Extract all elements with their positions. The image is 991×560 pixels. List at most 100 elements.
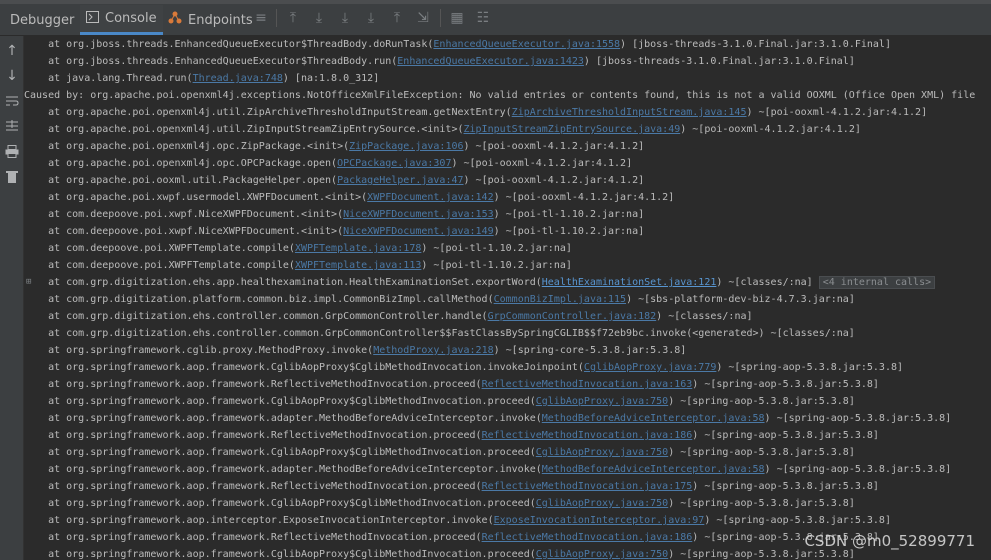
show-execution-point-icon[interactable]: ⤒	[285, 10, 301, 26]
step-over-icon[interactable]: ⤓	[311, 10, 327, 26]
top-border	[0, 0, 991, 4]
console-line: at java.lang.Thread.run(Thread.java:748)…	[24, 70, 379, 87]
source-link[interactable]: EnhancedQueueExecutor.java:1558	[433, 39, 620, 50]
source-link[interactable]: CglibAopProxy.java:750	[536, 396, 668, 407]
source-link[interactable]: ReflectiveMethodInvocation.java:175	[482, 481, 693, 492]
console-text: ) ~[poi-ooxml-4.1.2.jar:4.1.2]	[451, 158, 633, 169]
console-icon	[86, 10, 99, 27]
console-line: at com.deepoove.poi.XWPFTemplate.compile…	[24, 257, 572, 274]
console-text: at org.springframework.aop.framework.Cgl…	[24, 396, 536, 407]
console-text: Caused by: org.apache.poi.openxml4j.exce…	[24, 90, 976, 101]
internal-calls-badge[interactable]: <4 internal calls>	[818, 276, 936, 289]
console-text: at org.springframework.aop.framework.Cgl…	[24, 447, 536, 458]
source-link[interactable]: GrpCommonController.java:182	[488, 311, 657, 322]
console-line: at org.springframework.aop.framework.Ref…	[24, 376, 879, 393]
console-text: ) ~[spring-aop-5.3.8.jar:5.3.8]	[764, 464, 952, 475]
source-link[interactable]: ZipPackage.java:106	[349, 141, 463, 152]
expand-fold-icon[interactable]: ⊞	[26, 274, 36, 291]
console-text: at com.deepoove.poi.xwpf.NiceXWPFDocumen…	[24, 226, 344, 237]
down-arrow-icon[interactable]: ↓	[3, 67, 21, 85]
console-text: at com.grp.digitization.ehs.app.healthex…	[24, 277, 542, 288]
toolbar-separator	[276, 9, 277, 27]
source-link[interactable]: CglibAopProxy.java:750	[536, 447, 668, 458]
print-icon[interactable]	[3, 145, 21, 163]
console-line: at org.apache.poi.openxml4j.util.ZipArch…	[24, 104, 927, 121]
console-text: ) ~[classes/:na]	[656, 311, 753, 322]
console-text: at com.grp.digitization.ehs.controller.c…	[24, 328, 855, 339]
console-text: ) [jboss-threads-3.1.0.Final.jar:3.1.0.F…	[620, 39, 891, 50]
console-text: at org.apache.poi.openxml4j.opc.OPCPacka…	[24, 158, 338, 169]
console-line: at org.springframework.aop.framework.Cgl…	[24, 359, 903, 376]
console-text: ) ~[spring-aop-5.3.8.jar:5.3.8]	[668, 498, 855, 509]
tab-label: Endpoints	[188, 12, 253, 28]
source-link[interactable]: XWPFTemplate.java:113	[295, 260, 421, 271]
source-link[interactable]: ExposeInvocationInterceptor.java:97	[494, 515, 705, 526]
source-link[interactable]: MethodProxy.java:218	[373, 345, 493, 356]
source-link[interactable]: EnhancedQueueExecutor.java:1423	[397, 56, 584, 67]
source-link[interactable]: CglibAopProxy.java:750	[536, 498, 668, 509]
force-step-into-icon[interactable]: ⤓	[363, 10, 379, 26]
watermark: CSDN @m0_52899771	[804, 532, 975, 550]
console-line: at org.springframework.aop.framework.Ref…	[24, 529, 879, 546]
trace-icon[interactable]: ☷	[475, 10, 491, 26]
console-line: at com.deepoove.poi.XWPFTemplate.compile…	[24, 240, 572, 257]
source-link[interactable]: MethodBeforeAdviceInterceptor.java:58	[542, 413, 765, 424]
source-link[interactable]: CglibAopProxy.java:779	[584, 362, 716, 373]
source-link[interactable]: ZipInputStreamZipEntrySource.java:49	[464, 124, 681, 135]
source-link[interactable]: ReflectiveMethodInvocation.java:163	[482, 379, 693, 390]
source-link[interactable]: CommonBizImpl.java:115	[494, 294, 626, 305]
console-text: at org.springframework.aop.framework.Ref…	[24, 481, 482, 492]
tab-endpoints[interactable]: Endpoints	[162, 5, 259, 35]
console-text: at org.springframework.aop.framework.Ref…	[24, 379, 482, 390]
console-line: at org.springframework.aop.framework.Cgl…	[24, 495, 855, 512]
source-link[interactable]: ReflectiveMethodInvocation.java:186	[482, 532, 693, 543]
source-link[interactable]: NiceXWPFDocument.java:153	[343, 209, 494, 220]
console-text: at org.apache.poi.openxml4j.util.ZipArch…	[24, 107, 512, 118]
source-link[interactable]: Thread.java:748	[193, 73, 283, 84]
console-text: ) ~[spring-core-5.3.8.jar:5.3.8]	[493, 345, 687, 356]
source-link[interactable]: XWPFDocument.java:142	[367, 192, 493, 203]
console-text: at org.springframework.aop.interceptor.E…	[24, 515, 494, 526]
source-link[interactable]: ReflectiveMethodInvocation.java:186	[482, 430, 693, 441]
source-link[interactable]: XWPFTemplate.java:178	[295, 243, 421, 254]
console-line: at org.springframework.cglib.proxy.Metho…	[24, 342, 686, 359]
source-link[interactable]: HealthExaminationSet.java:121	[542, 277, 717, 288]
source-link[interactable]: PackageHelper.java:47	[337, 175, 463, 186]
console-line: at org.springframework.aop.framework.Cgl…	[24, 444, 855, 461]
step-out-icon[interactable]: ⤒	[389, 10, 405, 26]
up-arrow-icon[interactable]: ↑	[3, 42, 21, 60]
console-text: ) [jboss-threads-3.1.0.Final.jar:3.1.0.F…	[583, 56, 855, 67]
trash-icon[interactable]	[3, 170, 21, 188]
step-into-icon[interactable]: ⤓	[337, 10, 353, 26]
source-link[interactable]: NiceXWPFDocument.java:149	[343, 226, 494, 237]
console-line: at org.springframework.aop.framework.Ref…	[24, 427, 879, 444]
console-text: ) ~[poi-ooxml-4.1.2.jar:4.1.2]	[680, 124, 861, 135]
console-text: ) ~[poi-ooxml-4.1.2.jar:4.1.2]	[463, 175, 645, 186]
console-text: ) [na:1.8.0_312]	[282, 73, 380, 84]
console-line: at com.deepoove.poi.xwpf.NiceXWPFDocumen…	[24, 223, 644, 240]
console-line: Caused by: org.apache.poi.openxml4j.exce…	[24, 87, 975, 104]
source-link[interactable]: MethodBeforeAdviceInterceptor.java:58	[542, 464, 765, 475]
console-side-toolbar: ↑ ↓	[0, 36, 24, 560]
menu-icon[interactable]: ≡	[253, 10, 269, 26]
run-to-cursor-icon[interactable]: ⇲	[415, 10, 431, 26]
console-text: ) ~[spring-aop-5.3.8.jar:5.3.8]	[668, 549, 855, 560]
soft-wrap-icon[interactable]	[3, 94, 21, 112]
console-line: at org.jboss.threads.EnhancedQueueExecut…	[24, 36, 891, 53]
tab-console[interactable]: Console	[80, 5, 163, 35]
console-text: ) ~[spring-aop-5.3.8.jar:5.3.8]	[692, 379, 879, 390]
source-link[interactable]: OPCPackage.java:307	[337, 158, 451, 169]
console-text: at org.springframework.aop.framework.ada…	[24, 464, 542, 475]
console-text: at org.apache.poi.xwpf.usermodel.XWPFDoc…	[24, 192, 368, 203]
console-line: at com.grp.digitization.ehs.controller.c…	[24, 325, 855, 342]
console-line: at org.springframework.aop.interceptor.E…	[24, 512, 891, 529]
evaluate-expression-icon[interactable]: ▦	[449, 10, 465, 26]
tab-debugger[interactable]: Debugger	[4, 5, 80, 35]
console-line: at org.apache.poi.ooxml.util.PackageHelp…	[24, 172, 644, 189]
source-link[interactable]: ZipArchiveThresholdInputStream.java:145	[512, 107, 747, 118]
scroll-to-end-icon[interactable]	[3, 119, 21, 137]
source-link[interactable]: CglibAopProxy.java:750	[536, 549, 668, 560]
console-text: ) ~[spring-aop-5.3.8.jar:5.3.8]	[764, 413, 952, 424]
console-text: at com.deepoove.poi.XWPFTemplate.compile…	[24, 243, 295, 254]
console-output[interactable]: at org.jboss.threads.EnhancedQueueExecut…	[24, 36, 991, 560]
